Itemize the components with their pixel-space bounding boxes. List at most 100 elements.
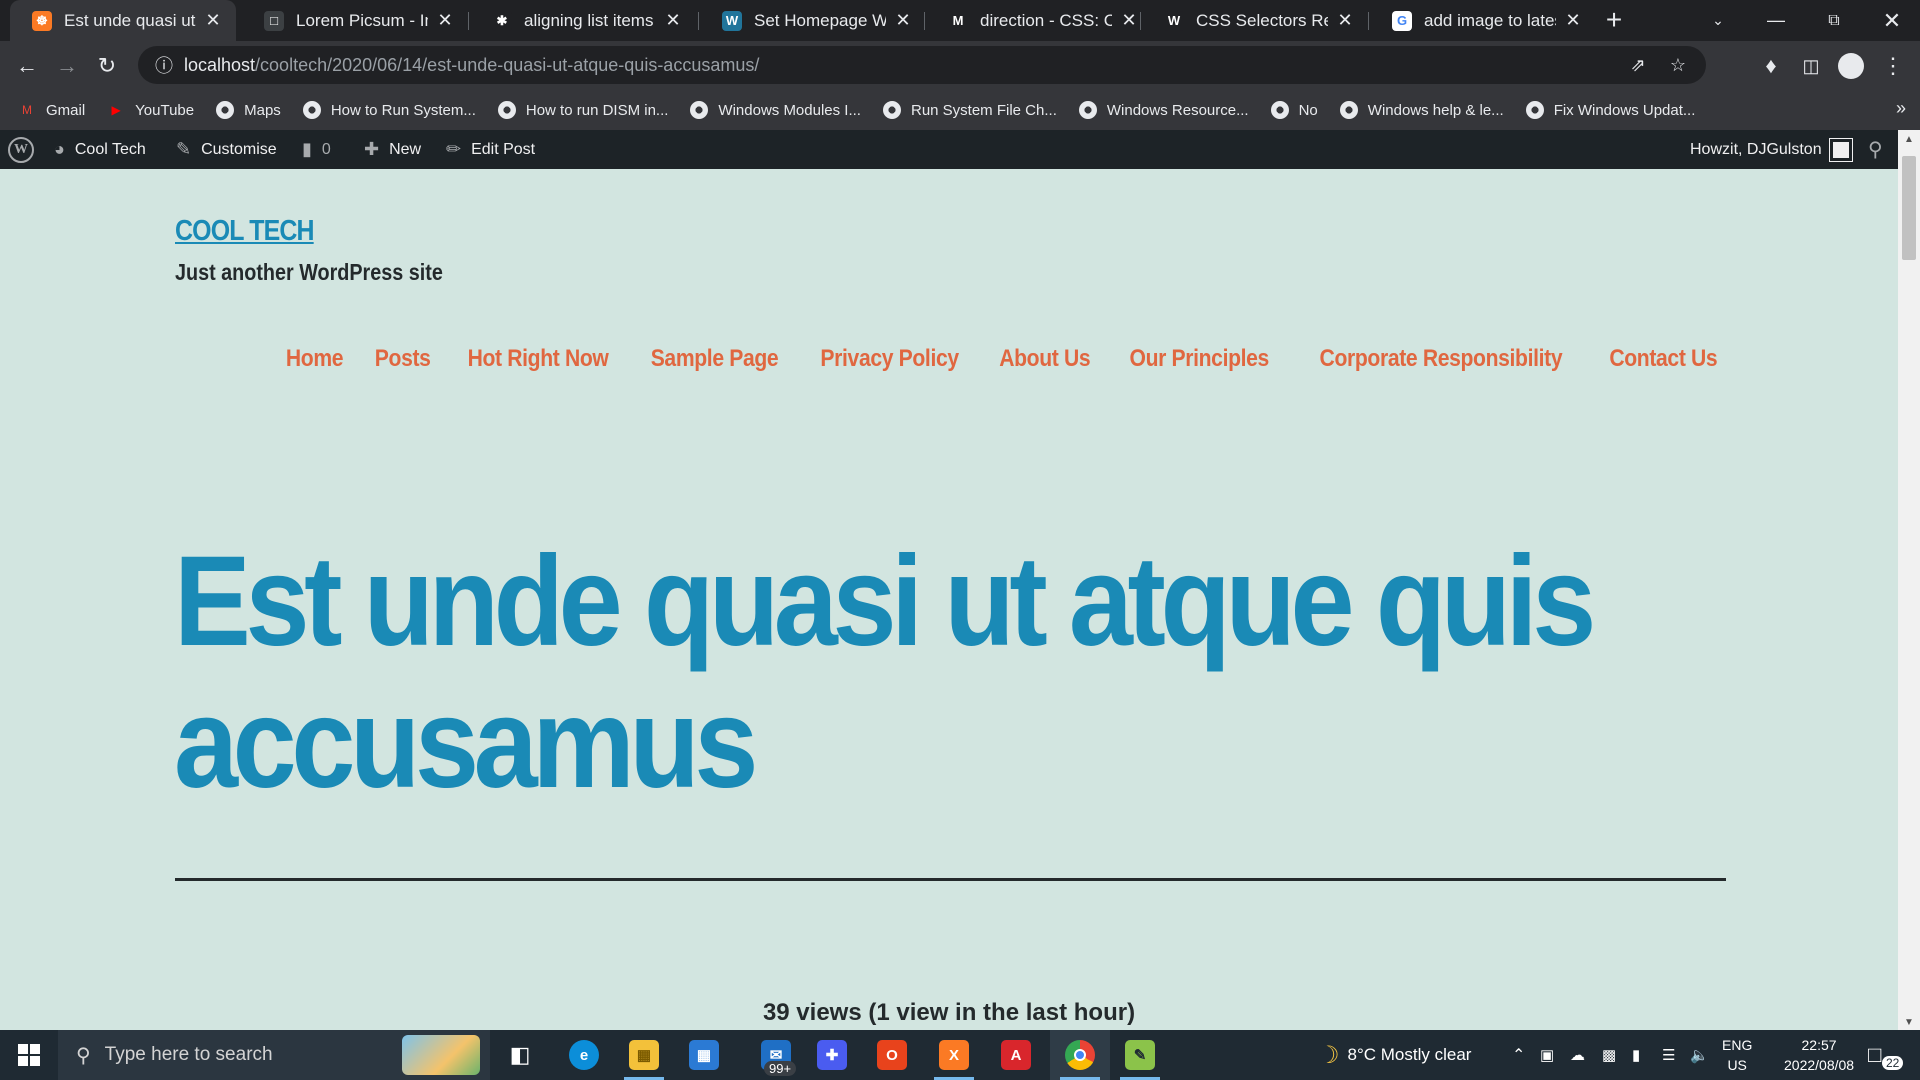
tab-close-icon[interactable]: ✕: [1120, 10, 1138, 31]
microsoft-store-icon[interactable]: ▦: [674, 1030, 734, 1080]
bookmark-item[interactable]: Windows Modules I...: [690, 101, 861, 119]
close-window-button[interactable]: ✕: [1864, 0, 1920, 41]
new-content-link[interactable]: ✚ New: [364, 130, 421, 169]
browser-tab[interactable]: Mdirection - CSS: Cascading ✕: [926, 0, 1152, 41]
taskbar-search-box[interactable]: ⚲ Type here to search: [58, 1030, 490, 1080]
nav-link[interactable]: Sample Page: [651, 345, 779, 373]
new-tab-button[interactable]: +: [1598, 4, 1630, 36]
wifi-icon[interactable]: ☰: [1662, 1030, 1675, 1080]
bookmark-item[interactable]: M Gmail: [18, 101, 85, 119]
nav-link[interactable]: Corporate Responsibility: [1319, 345, 1562, 373]
show-hidden-icons-button[interactable]: ⌃: [1512, 1030, 1525, 1080]
edge-browser-icon[interactable]: e: [554, 1030, 614, 1080]
clock[interactable]: 22:57 2022/08/08: [1784, 1030, 1854, 1080]
tab-close-icon[interactable]: ✕: [664, 10, 682, 31]
scroll-thumb[interactable]: [1902, 156, 1916, 260]
nav-link[interactable]: Contact Us: [1610, 345, 1718, 373]
tab-close-icon[interactable]: ✕: [436, 10, 454, 31]
nav-link[interactable]: Posts: [375, 345, 431, 373]
task-view-icon[interactable]: ◧: [490, 1030, 550, 1080]
address-bar[interactable]: ⓘ localhost/cooltech/2020/06/14/est-unde…: [138, 46, 1706, 84]
device-icon[interactable]: ▩: [1602, 1030, 1616, 1080]
file-explorer-icon[interactable]: ▦: [614, 1030, 674, 1080]
comments-link[interactable]: ▮ 0: [302, 130, 331, 169]
minimize-button[interactable]: —: [1748, 0, 1804, 41]
page-scrollbar[interactable]: ▲ ▼: [1898, 130, 1920, 1030]
browser-tab[interactable]: ✱ aligning list items and ✕: [470, 0, 696, 41]
tab-close-icon[interactable]: ✕: [204, 10, 222, 31]
title-divider: [175, 878, 1726, 881]
mail-icon[interactable]: ✉ 99+: [746, 1030, 806, 1080]
xampp-icon[interactable]: X: [924, 1030, 984, 1080]
site-title-link[interactable]: COOL TECH: [175, 215, 315, 248]
bookmark-item[interactable]: Run System File Ch...: [882, 101, 1057, 119]
visual-studio-icon[interactable]: ✚: [802, 1030, 862, 1080]
tab-close-icon[interactable]: ✕: [1564, 10, 1582, 31]
office-icon[interactable]: O: [862, 1030, 922, 1080]
browser-tab[interactable]: W CSS Selectors Reference ✕: [1142, 0, 1368, 41]
reload-icon[interactable]: ↻: [90, 49, 124, 83]
browser-tab[interactable]: ☸ Est unde quasi ut atque ✕: [10, 0, 236, 41]
side-panel-icon[interactable]: ◫: [1794, 49, 1828, 83]
google-icon: G: [1392, 10, 1412, 31]
bookmark-star-icon[interactable]: ☆: [1666, 53, 1690, 77]
search-icon[interactable]: ⚲: [1868, 130, 1883, 169]
meet-now-icon[interactable]: ▣: [1540, 1030, 1554, 1080]
chrome-icon[interactable]: [1050, 1030, 1110, 1080]
tab-separator: [468, 12, 469, 30]
page-content: COOL TECH Just another WordPress site Ho…: [0, 169, 1898, 1030]
bookmark-item[interactable]: No: [1270, 101, 1318, 119]
dashboard-icon: ◕: [54, 139, 65, 159]
globe-icon: [1525, 101, 1544, 119]
more-bookmarks-icon[interactable]: »: [1896, 98, 1906, 119]
nav-link[interactable]: About Us: [999, 345, 1090, 373]
scroll-up-arrow-icon[interactable]: ▲: [1898, 134, 1920, 145]
bookmark-item[interactable]: ▶ YouTube: [107, 101, 195, 119]
nav-link[interactable]: Hot Right Now: [468, 345, 609, 373]
admin-site-name[interactable]: ◕ Cool Tech: [54, 130, 146, 169]
notification-center-button[interactable]: □ 22: [1868, 1030, 1904, 1080]
notepad-plus-icon[interactable]: ✎: [1110, 1030, 1170, 1080]
my-account-link[interactable]: Howzit, DJGulston: [1690, 130, 1853, 169]
tab-search-icon[interactable]: ⌄: [1690, 0, 1746, 41]
bookmark-item[interactable]: How to Run System...: [302, 101, 476, 119]
nav-link[interactable]: Home: [286, 345, 344, 373]
xampp-icon: ☸: [32, 10, 52, 31]
picsum-icon: □: [264, 10, 284, 31]
customise-link[interactable]: ✎ Customise: [176, 130, 277, 169]
extensions-icon[interactable]: ♦: [1754, 49, 1788, 83]
tab-close-icon[interactable]: ✕: [894, 10, 912, 31]
battery-icon[interactable]: ▮: [1632, 1030, 1640, 1080]
bookmark-item[interactable]: Maps: [216, 101, 281, 119]
user-avatar: [1828, 137, 1853, 162]
volume-icon[interactable]: 🔈: [1690, 1030, 1709, 1080]
share-icon[interactable]: ⇗: [1626, 53, 1650, 77]
forward-icon[interactable]: →: [50, 49, 84, 83]
weather-widget[interactable]: ☽ 8°C Mostly clear: [1318, 1030, 1471, 1080]
globe-icon: [690, 101, 709, 119]
edit-post-link[interactable]: ✏ Edit Post: [446, 130, 535, 169]
profile-avatar[interactable]: [1834, 49, 1868, 83]
tab-close-icon[interactable]: ✕: [1336, 10, 1354, 31]
browser-tab[interactable]: W Set Homepage WordPress ✕: [700, 0, 926, 41]
nav-link[interactable]: Our Principles: [1130, 345, 1270, 373]
bookmark-item[interactable]: How to run DISM in...: [497, 101, 668, 119]
restore-button[interactable]: ⧉: [1806, 0, 1862, 41]
back-icon[interactable]: ←: [10, 49, 44, 83]
tab-title: direction - CSS: Cascading: [980, 10, 1112, 30]
scroll-down-arrow-icon[interactable]: ▼: [1898, 1017, 1920, 1028]
bookmark-item[interactable]: Fix Windows Updat...: [1525, 101, 1695, 119]
acrobat-icon[interactable]: A: [986, 1030, 1046, 1080]
browser-tab[interactable]: Gadd image to latest posts ✕: [1370, 0, 1596, 41]
nav-link[interactable]: Privacy Policy: [821, 345, 960, 373]
windows-start-button[interactable]: [0, 1030, 58, 1080]
language-indicator[interactable]: ENG US: [1722, 1030, 1752, 1080]
browser-tab[interactable]: □ Lorem Picsum - Images ✕: [242, 0, 468, 41]
bookmark-label: YouTube: [135, 101, 195, 119]
menu-icon[interactable]: ⋮: [1876, 49, 1910, 83]
site-info-icon[interactable]: ⓘ: [152, 53, 176, 77]
onedrive-icon[interactable]: ☁: [1570, 1030, 1585, 1080]
bookmark-item[interactable]: Windows Resource...: [1078, 101, 1249, 119]
bookmark-item[interactable]: Windows help & le...: [1339, 101, 1504, 119]
wordpress-logo-icon[interactable]: W: [8, 130, 34, 169]
